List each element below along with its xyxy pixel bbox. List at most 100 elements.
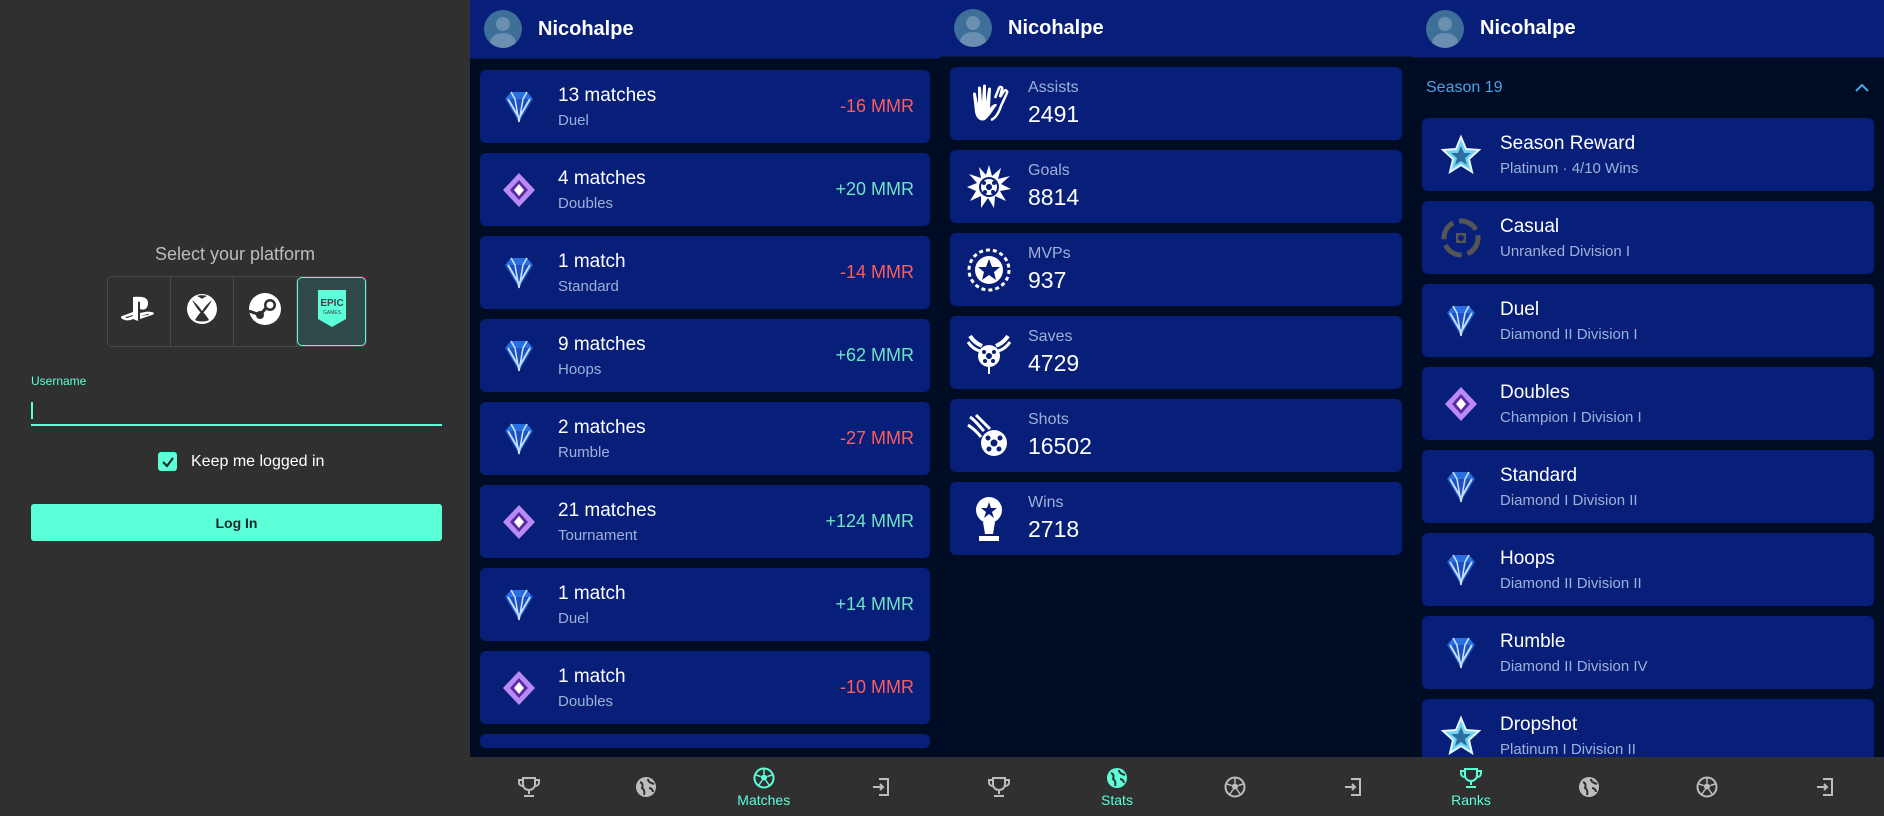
- avatar[interactable]: [954, 9, 992, 47]
- logout-icon: [1345, 777, 1361, 796]
- stat-label: Goals: [1028, 162, 1070, 179]
- rank-text: Dropshot Platinum I Division II: [1500, 714, 1858, 758]
- match-card[interactable]: 13 matches Duel -16 MMR: [480, 70, 930, 143]
- match-mode: Doubles: [558, 692, 614, 710]
- match-text: 4 matches Doubles: [558, 168, 835, 212]
- stat-text: Wins 2718: [1028, 494, 1386, 543]
- globe-icon: [636, 776, 657, 797]
- mmr-change: -14 MMR: [839, 262, 914, 282]
- goal-burst-icon: [964, 162, 1014, 212]
- match-count: 21 matches: [558, 499, 657, 521]
- mmr-change: -27 MMR: [839, 428, 914, 448]
- rank-card[interactable]: Duel Diamond II Division I: [1422, 284, 1874, 357]
- diamond-rank-icon: [494, 580, 544, 630]
- platform-selector: EPIC GAMES: [107, 276, 367, 347]
- diamond-rank-icon: [1436, 462, 1486, 512]
- rank-card[interactable]: Doubles Champion I Division I: [1422, 367, 1874, 440]
- stat-card: Saves 4729: [950, 316, 1402, 389]
- keep-logged-in-row[interactable]: Keep me logged in: [158, 452, 324, 471]
- nav-stats[interactable]: [1530, 757, 1648, 816]
- stats-panel: Nicohalpe Assists 2491 Goals 8814 MVPs 937 Sav…: [940, 0, 1412, 816]
- match-card[interactable]: 4 matches Doubles +20 MMR: [480, 153, 930, 226]
- rank-card[interactable]: Rumble Diamond II Division IV: [1422, 616, 1874, 689]
- match-count: 4 matches: [558, 167, 646, 189]
- steam-icon: [247, 291, 283, 332]
- rank-card[interactable]: Casual Unranked Division I: [1422, 201, 1874, 274]
- match-text: 2 matches Rumble: [558, 417, 840, 461]
- champion-rank-icon: [494, 165, 544, 215]
- champion-rank-icon: [494, 663, 544, 713]
- nav-logout[interactable]: [1294, 757, 1412, 816]
- rank-card[interactable]: Season Reward Platinum · 4/10 Wins: [1422, 118, 1874, 191]
- match-card[interactable]: 21 matches Tournament +124 MMR: [480, 485, 930, 558]
- rank-card[interactable]: Standard Diamond I Division II: [1422, 450, 1874, 523]
- soccer-ball-icon: [1224, 776, 1246, 797]
- keep-logged-in-label: Keep me logged in: [191, 452, 325, 470]
- epic-games-icon: EPIC GAMES: [315, 288, 349, 335]
- stat-label: MVPs: [1028, 245, 1071, 262]
- season-header[interactable]: Season 19: [1426, 66, 1870, 110]
- stat-value: 2491: [1028, 101, 1080, 127]
- match-card[interactable]: 9 matches Hoops +62 MMR: [480, 319, 930, 392]
- login-button[interactable]: Log In: [31, 504, 442, 541]
- stat-card: Shots 16502: [950, 399, 1402, 472]
- rank-card[interactable]: Hoops Diamond II Division II: [1422, 533, 1874, 606]
- stat-value: 2718: [1028, 516, 1080, 542]
- steam-button[interactable]: [234, 277, 297, 346]
- rank-list: Season Reward Platinum · 4/10 Wins Casual U…: [1422, 118, 1874, 782]
- avatar[interactable]: [484, 10, 522, 48]
- mmr-change: +124 MMR: [825, 511, 914, 531]
- stat-list: Assists 2491 Goals 8814 MVPs 937 Saves 4729 Shot…: [950, 67, 1402, 565]
- epic-subtext: GAMES: [322, 310, 341, 316]
- playlist-name: Standard: [1500, 464, 1578, 486]
- playlist-name: Dropshot: [1500, 713, 1578, 735]
- diamond-rank-icon: [494, 414, 544, 464]
- globe-icon: [1107, 767, 1127, 788]
- nav-logout[interactable]: [1766, 757, 1884, 816]
- match-count: 13 matches: [558, 84, 657, 106]
- match-card[interactable]: 2 matches Rumble -27 MMR: [480, 402, 930, 475]
- champion-rank-icon: [494, 497, 544, 547]
- nav-logout[interactable]: [823, 757, 941, 816]
- ranks-panel: Nicohalpe Season 19 Season Reward Platinu…: [1412, 0, 1884, 816]
- nav-ranks[interactable]: [940, 757, 1058, 816]
- nav-matches[interactable]: [1176, 757, 1294, 816]
- stat-text: Assists 2491: [1028, 79, 1386, 128]
- rank-text: Duel Diamond II Division I: [1500, 299, 1858, 343]
- username-title: Nicohalpe: [1008, 16, 1104, 39]
- nav-stats[interactable]: [588, 757, 706, 816]
- avatar[interactable]: [1426, 9, 1464, 48]
- match-card[interactable]: 1 match Standard -14 MMR: [480, 236, 930, 309]
- matches-panel: Nicohalpe 13 matches Duel -16 MMR 4 matches…: [470, 0, 940, 816]
- rank-text: Standard Diamond I Division II: [1500, 465, 1858, 509]
- mmr-change: -16 MMR: [839, 96, 914, 116]
- username-input[interactable]: [31, 396, 442, 426]
- match-card[interactable]: 1 match Doubles -10 MMR: [480, 651, 930, 724]
- chevron-up-icon[interactable]: [1854, 83, 1870, 93]
- trophy-icon: [988, 776, 1010, 797]
- mmr-change: +20 MMR: [835, 179, 914, 199]
- match-mode: Rumble: [558, 443, 610, 461]
- match-card-partial[interactable]: [480, 734, 930, 748]
- keep-logged-in-checkbox[interactable]: [158, 452, 177, 471]
- nav-stats[interactable]: Stats: [1058, 757, 1176, 816]
- xbox-button[interactable]: [171, 277, 234, 346]
- match-mode: Tournament: [558, 526, 638, 544]
- diamond-rank-icon: [1436, 545, 1486, 595]
- rank-division: Diamond II Division IV: [1500, 657, 1648, 675]
- epic-games-button[interactable]: EPIC GAMES: [297, 277, 366, 346]
- rank-division: Diamond II Division II: [1500, 574, 1642, 592]
- stat-label: Saves: [1028, 328, 1073, 345]
- nav-matches[interactable]: Matches: [705, 757, 823, 816]
- unranked-rank-icon: [1436, 213, 1486, 263]
- match-text: 1 match Standard: [558, 251, 840, 295]
- nav-ranks[interactable]: [470, 757, 588, 816]
- xbox-icon: [185, 292, 219, 331]
- playlist-name: Doubles: [1500, 381, 1570, 403]
- stat-label: Shots: [1028, 411, 1069, 428]
- nav-matches[interactable]: [1648, 757, 1766, 816]
- win-trophy-icon: [964, 494, 1014, 544]
- nav-ranks[interactable]: Ranks: [1412, 757, 1530, 816]
- match-card[interactable]: 1 match Duel +14 MMR: [480, 568, 930, 641]
- playstation-button[interactable]: [108, 277, 171, 346]
